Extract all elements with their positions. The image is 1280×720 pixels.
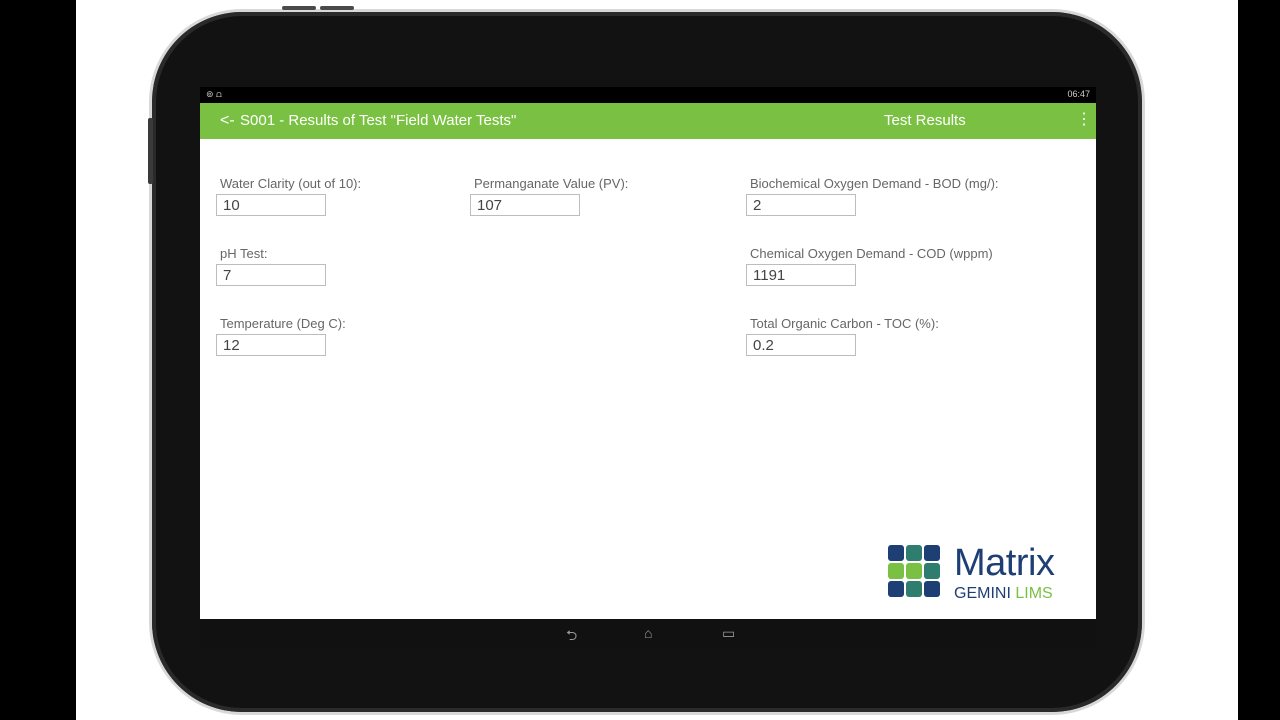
field-label: Chemical Oxygen Demand - COD (wppm) [750,246,993,261]
nav-recents-icon[interactable]: ▭ [722,625,735,642]
tablet-screen: ⊚ ⩍ 06:47 <- S001 - Results of Test "Fie… [200,87,1096,649]
nav-home-icon[interactable]: ⌂ [644,625,652,641]
logo-subtitle-gemini: GEMINI [954,585,1011,602]
permanganate-input[interactable]: 107 [470,194,580,216]
tablet-volume-button [320,6,354,10]
field-ph: pH Test: 7 [216,246,326,286]
tablet-power-button [282,6,316,10]
page-title: S001 - Results of Test "Field Water Test… [240,112,517,129]
field-label: Permanganate Value (PV): [474,176,629,191]
back-arrow-icon[interactable]: <- [220,112,235,130]
nav-back-icon[interactable]: ⮌ [566,625,577,649]
field-label: pH Test: [220,246,268,261]
status-notification-icons: ⊚ ⩍ [206,89,222,99]
matrix-gemini-logo: Matrix GEMINI LIMS [888,542,1078,605]
section-title: Test Results [884,112,966,129]
field-toc: Total Organic Carbon - TOC (%): 0.2 [746,316,939,356]
toc-input[interactable]: 0.2 [746,334,856,356]
field-label: Total Organic Carbon - TOC (%): [750,316,939,331]
temperature-input[interactable]: 12 [216,334,326,356]
system-nav-bar: ⮌ ⌂ ▭ [200,619,1096,649]
field-temperature: Temperature (Deg C): 12 [216,316,346,356]
app-bar: <- S001 - Results of Test "Field Water T… [200,103,1096,139]
logo-mark-icon [888,545,944,601]
logo-subtitle-lims: LIMS [1015,585,1053,602]
field-bod: Biochemical Oxygen Demand - BOD (mg/): 2 [746,176,999,216]
field-label: Temperature (Deg C): [220,316,346,331]
logo-subtitle: GEMINI LIMS [954,585,1053,603]
logo-word: Matrix [954,542,1055,584]
tablet-side-button [148,118,153,184]
overflow-menu-icon[interactable]: ⋮ [1076,111,1092,129]
bod-input[interactable]: 2 [746,194,856,216]
water-clarity-input[interactable]: 10 [216,194,326,216]
field-label: Biochemical Oxygen Demand - BOD (mg/): [750,176,999,191]
status-clock: 06:47 [1067,89,1090,99]
results-form: Water Clarity (out of 10): 10 pH Test: 7… [200,139,1096,619]
field-permanganate: Permanganate Value (PV): 107 [470,176,628,216]
field-cod: Chemical Oxygen Demand - COD (wppm) 1191 [746,246,993,286]
cod-input[interactable]: 1191 [746,264,856,286]
field-water-clarity: Water Clarity (out of 10): 10 [216,176,361,216]
ph-input[interactable]: 7 [216,264,326,286]
status-bar: ⊚ ⩍ 06:47 [200,87,1096,103]
field-label: Water Clarity (out of 10): [220,176,362,191]
